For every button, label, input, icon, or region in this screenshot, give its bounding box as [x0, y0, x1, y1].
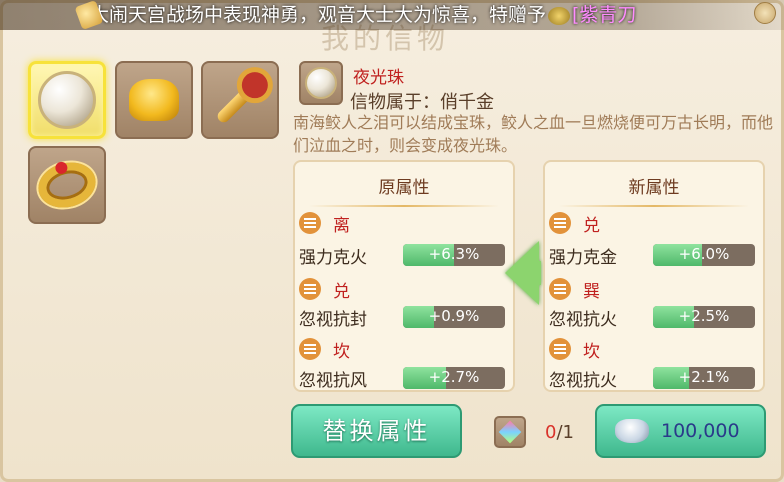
- trigram-icon: [299, 338, 321, 360]
- stat-bar: +0.9%: [403, 306, 505, 328]
- replace-attributes-button[interactable]: 替换属性: [291, 404, 462, 458]
- stat-value: +6.3%: [428, 245, 480, 263]
- new-trigram-row-1: 兑: [549, 210, 600, 236]
- silver-cost-value: 100,000: [661, 420, 740, 442]
- stat-label: 忽视抗火: [549, 370, 617, 391]
- stat-label: 忽视抗火: [549, 309, 617, 330]
- new-trigram-row-3: 坎: [549, 336, 600, 362]
- old-stat-row-2: 忽视抗封 +0.9%: [299, 304, 511, 330]
- gold-ingot-icon: [129, 79, 179, 121]
- item-description: 南海鲛人之泪可以结成宝珠，鲛人之血一旦燃烧便可万古长明，而他们泣血之时，则会变成…: [293, 113, 774, 155]
- item-icon: [548, 6, 571, 25]
- trigram-name: 离: [333, 215, 350, 236]
- broadcast-highlight: [紫青刀: [572, 4, 637, 26]
- trigram-name: 坎: [333, 341, 350, 362]
- gold-ring-icon: [33, 156, 101, 214]
- trigram-name: 兑: [583, 215, 600, 236]
- new-stat-row-2: 忽视抗火 +2.5%: [549, 304, 761, 330]
- new-attributes-header: 新属性: [545, 162, 763, 198]
- stat-value: +2.5%: [678, 307, 730, 325]
- new-stat-row-3: 忽视抗火 +2.1%: [549, 365, 761, 391]
- selected-item-icon: [299, 61, 343, 105]
- trigram-icon: [549, 278, 571, 300]
- new-stat-row-1: 强力克金 +6.0%: [549, 242, 761, 268]
- old-stat-row-3: 忽视抗风 +2.7%: [299, 365, 511, 391]
- stat-bar: +6.3%: [403, 244, 505, 266]
- trigram-icon: [549, 212, 571, 234]
- trigram-name: 巽: [583, 281, 600, 302]
- pearl-icon: [38, 71, 96, 129]
- trigram-icon: [549, 338, 571, 360]
- item-name: 夜光珠: [353, 68, 404, 88]
- stat-value: +6.0%: [678, 245, 730, 263]
- trigram-name: 兑: [333, 281, 350, 302]
- old-stat-row-1: 强力克火 +6.3%: [299, 242, 511, 268]
- trigram-icon: [299, 278, 321, 300]
- stat-value: +0.9%: [428, 307, 480, 325]
- pearl-icon: [305, 67, 337, 99]
- stat-bar: +6.0%: [653, 244, 755, 266]
- stat-label: 强力克火: [299, 247, 367, 268]
- stat-label: 忽视抗风: [299, 370, 367, 391]
- old-trigram-row-2: 兑: [299, 276, 350, 302]
- broadcast-banner: 大闹天宫战场中表现神勇，观音大士大为惊喜，特赠予 [紫青刀: [0, 0, 784, 31]
- old-attributes-header: 原属性: [295, 162, 513, 198]
- new-attributes-box: 新属性 兑 强力克金 +6.0% 巽 忽视抗火 +2.5% 坎 忽视抗火 +2.…: [543, 160, 765, 392]
- old-trigram-row-3: 坎: [299, 336, 350, 362]
- gem-count-current: 0: [545, 422, 557, 443]
- trigram-icon: [299, 212, 321, 234]
- gem-count: 0/1: [545, 422, 574, 443]
- owner-label: 信物属于：: [350, 92, 440, 113]
- arrow-left-icon: [505, 241, 541, 305]
- silver-cost-button[interactable]: 100,000: [595, 404, 766, 458]
- inventory-slot-golden-key[interactable]: [201, 61, 279, 139]
- stat-value: +2.1%: [678, 368, 730, 386]
- golden-key-icon: [215, 75, 265, 125]
- stat-bar: +2.1%: [653, 367, 755, 389]
- inventory-slot-gold-ring[interactable]: [28, 146, 106, 224]
- stat-label: 忽视抗封: [299, 309, 367, 330]
- silver-ingot-icon: [615, 419, 649, 443]
- stat-value: +2.7%: [428, 368, 480, 386]
- new-trigram-row-2: 巽: [549, 276, 600, 302]
- old-attributes-box: 原属性 离 强力克火 +6.3% 兑 忽视抗封 +0.9% 坎 忽视抗风 +2.…: [293, 160, 515, 392]
- gem-count-total: /1: [556, 422, 574, 443]
- stat-bar: +2.5%: [653, 306, 755, 328]
- inventory-slot-gold-ingot[interactable]: [115, 61, 193, 139]
- trigram-name: 坎: [583, 341, 600, 362]
- corner-button[interactable]: [754, 2, 776, 24]
- stat-bar: +2.7%: [403, 367, 505, 389]
- old-trigram-row-1: 离: [299, 210, 350, 236]
- owner-name: 俏千金: [440, 92, 494, 113]
- stat-label: 强力克金: [549, 247, 617, 268]
- token-panel: 我的信物 夜光珠 信物属于：俏千金 南海鲛人之泪可以结成宝珠，鲛人之血一旦燃烧便…: [0, 0, 784, 482]
- broadcast-text: 大闹天宫战场中表现神勇，观音大士大为惊喜，特赠予: [90, 4, 547, 26]
- gem-material-icon[interactable]: [494, 416, 526, 448]
- inventory-slot-pearl[interactable]: [28, 61, 106, 139]
